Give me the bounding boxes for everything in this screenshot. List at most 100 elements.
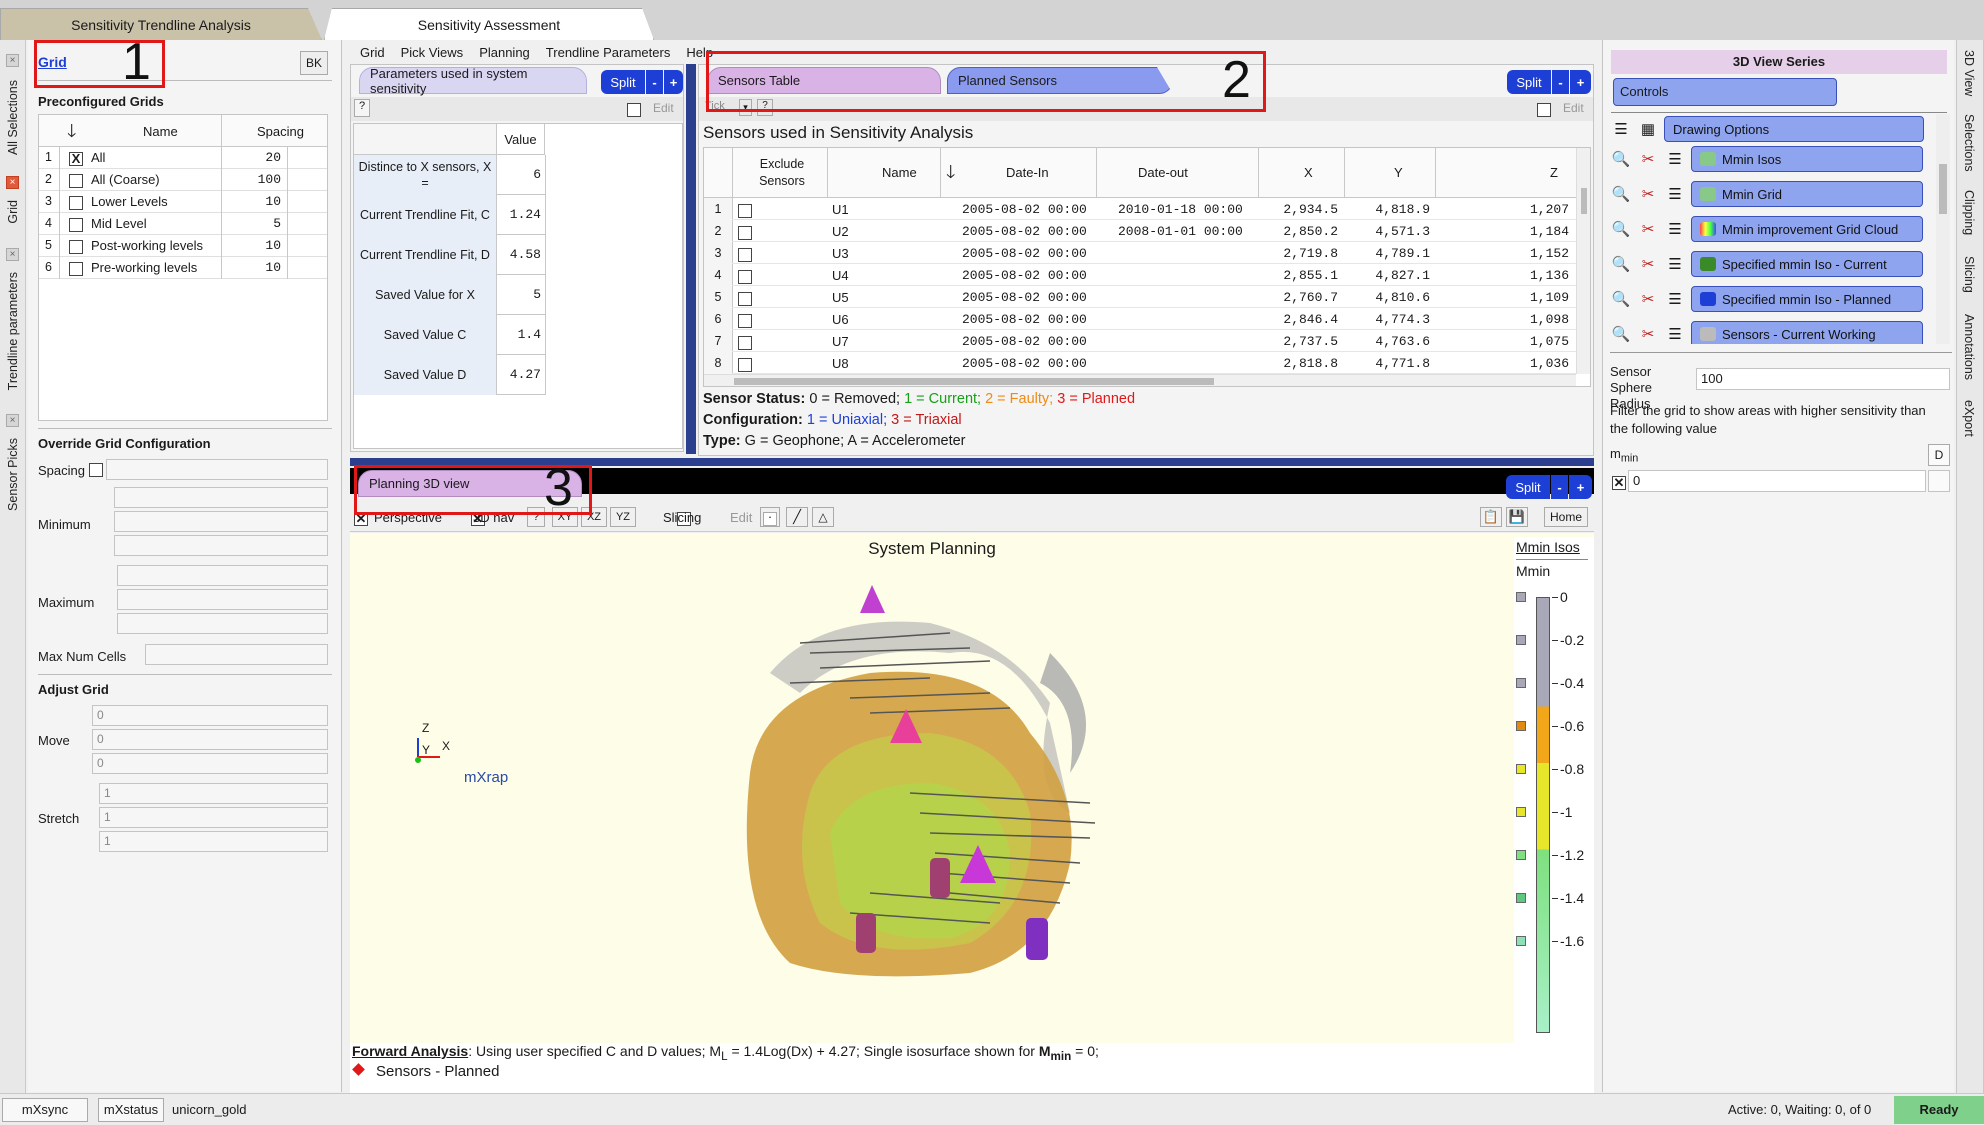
close-icon[interactable]: × <box>6 248 19 261</box>
series-button[interactable]: Specified mmin Iso - Planned <box>1691 286 1923 312</box>
scissors-icon[interactable]: ✂ <box>1637 323 1659 344</box>
search-icon[interactable]: 🔍 <box>1610 148 1632 170</box>
plus-button[interactable]: + <box>1570 70 1591 94</box>
mxstatus-button[interactable]: mXstatus <box>98 1098 164 1122</box>
exclude-checkbox[interactable] <box>738 313 752 328</box>
edit-checkbox[interactable] <box>627 102 641 117</box>
table-row[interactable]: 7 U7 2005-08-02 00:00 2,737.5 4,763.6 1,075 <box>704 330 1576 352</box>
exclude-checkbox[interactable] <box>738 335 752 350</box>
minus-button[interactable]: - <box>1552 70 1569 94</box>
vtab-export[interactable]: eXport <box>1962 400 1976 437</box>
scissors-icon[interactable]: ✂ <box>1637 253 1659 275</box>
table-row[interactable]: 4 Mid Level 5 <box>39 213 327 235</box>
exclude-checkbox[interactable] <box>738 203 752 218</box>
search-icon[interactable]: 🔍 <box>1610 288 1632 310</box>
maximum-y-field[interactable] <box>117 589 328 610</box>
list-icon[interactable]: ☰ <box>1664 148 1686 170</box>
series-button[interactable]: Mmin improvement Grid Cloud <box>1691 216 1923 242</box>
vtab-slicing[interactable]: Slicing <box>1962 256 1976 293</box>
maximum-x-field[interactable] <box>117 565 328 586</box>
plus-button[interactable]: + <box>664 70 683 94</box>
scissors-icon[interactable]: ✂ <box>1637 183 1659 205</box>
spacing-checkbox[interactable] <box>89 462 103 477</box>
move-y-field[interactable]: 0 <box>92 729 328 750</box>
table-row[interactable]: 1 U1 2005-08-02 00:00 2010-01-18 00:00 2,934… <box>704 198 1576 220</box>
vtab-annotations[interactable]: Annotations <box>1962 314 1976 380</box>
sensor-sphere-radius-field[interactable]: 100 <box>1696 368 1950 390</box>
list-icon[interactable]: ☰ <box>1664 288 1686 310</box>
mmin-checkbox[interactable]: ✕ <box>1612 475 1626 490</box>
search-icon[interactable]: 🔍 <box>1610 183 1632 205</box>
series-button[interactable]: Specified mmin Iso - Current <box>1691 251 1923 277</box>
vtab-all-selections[interactable]: All Selections <box>6 80 20 155</box>
clipboard-icon[interactable]: 📋 <box>1480 507 1502 527</box>
splitter[interactable] <box>686 64 696 454</box>
vtab-selections[interactable]: Selections <box>1962 114 1976 172</box>
vtab-trendline-parameters[interactable]: Trendline parameters <box>6 272 20 390</box>
sort-arrow-icon[interactable]: 🡓 <box>946 160 955 190</box>
series-button[interactable]: Mmin Grid <box>1691 181 1923 207</box>
split-button[interactable]: Split <box>1506 475 1550 499</box>
param-value[interactable]: 1.4 <box>497 327 541 342</box>
row-checkbox[interactable] <box>69 173 83 188</box>
table-row[interactable]: 3 U3 2005-08-02 00:00 2,719.8 4,789.1 1,152 <box>704 242 1576 264</box>
vtab-sensor-picks[interactable]: Sensor Picks <box>6 438 20 511</box>
close-icon[interactable]: × <box>6 176 19 189</box>
minimum-x-field[interactable] <box>114 487 328 508</box>
table-row[interactable]: 4 U4 2005-08-02 00:00 2,855.1 4,827.1 1,136 <box>704 264 1576 286</box>
value-header[interactable]: Value <box>497 124 545 155</box>
scissors-icon[interactable]: ✂ <box>1637 218 1659 240</box>
controls-button[interactable]: Controls <box>1613 78 1837 106</box>
table-row[interactable]: 8 U8 2005-08-02 00:00 2,818.8 4,771.8 1,036 <box>704 352 1576 374</box>
list-icon[interactable]: ☰ <box>1664 183 1686 205</box>
search-icon[interactable]: 🔍 <box>1610 218 1632 240</box>
horizontal-scrollbar[interactable] <box>704 374 1576 386</box>
col-spacing-header[interactable]: Spacing <box>257 124 304 139</box>
yz-view-button[interactable]: YZ <box>610 507 636 527</box>
list-icon[interactable]: ☰ <box>1664 323 1686 344</box>
drawing-options-button[interactable]: Drawing Options <box>1664 116 1924 142</box>
col-date-out-header[interactable]: Date-out <box>1138 165 1188 180</box>
home-button[interactable]: Home <box>1544 507 1588 527</box>
menu-trendline-parameters[interactable]: Trendline Parameters <box>546 45 671 60</box>
stretch-y-field[interactable]: 1 <box>99 807 328 828</box>
stretch-x-field[interactable]: 1 <box>99 783 328 804</box>
bk-button[interactable]: BK <box>300 51 328 75</box>
minimum-z-field[interactable] <box>114 535 328 556</box>
table-row[interactable]: 2 All (Coarse) 100 <box>39 169 327 191</box>
col-date-in-header[interactable]: Date-In <box>1006 165 1049 180</box>
line-tool-icon[interactable]: ╱ <box>786 507 808 527</box>
sort-arrow-icon[interactable]: 🡓 <box>67 119 76 149</box>
exclude-checkbox[interactable] <box>738 269 752 284</box>
vtab-grid[interactable]: Grid <box>6 200 20 224</box>
col-z-header[interactable]: Z <box>1550 165 1558 180</box>
series-button[interactable]: Mmin Isos <box>1691 146 1923 172</box>
maximum-z-field[interactable] <box>117 613 328 634</box>
col-y-header[interactable]: Y <box>1394 165 1403 180</box>
row-checkbox[interactable] <box>69 195 83 210</box>
exclude-checkbox[interactable] <box>738 291 752 306</box>
param-value[interactable]: 6 <box>497 167 541 182</box>
menu-pick-views[interactable]: Pick Views <box>401 45 464 60</box>
row-checkbox[interactable]: X <box>69 151 83 166</box>
row-checkbox[interactable] <box>69 217 83 232</box>
series-button[interactable]: Sensors - Current Working <box>1691 321 1923 344</box>
split-button[interactable]: Split <box>1507 70 1551 94</box>
scissors-icon[interactable]: ✂ <box>1637 288 1659 310</box>
param-value[interactable]: 5 <box>497 287 541 302</box>
vtab-3d-view[interactable]: 3D View <box>1962 50 1976 96</box>
save-icon[interactable]: 💾 <box>1506 507 1528 527</box>
menu-planning[interactable]: Planning <box>479 45 530 60</box>
mxsync-button[interactable]: mXsync <box>2 1098 88 1122</box>
table-row[interactable]: 1 X All 20 <box>39 147 327 169</box>
minimum-y-field[interactable] <box>114 511 328 532</box>
split-button[interactable]: Split <box>601 70 645 94</box>
polygon-tool-icon[interactable]: △ <box>812 507 834 527</box>
table-row[interactable]: 5 U5 2005-08-02 00:00 2,760.7 4,810.6 1,109 <box>704 286 1576 308</box>
col-x-header[interactable]: X <box>1304 165 1313 180</box>
point-tool-icon[interactable]: · <box>760 507 780 527</box>
exclude-checkbox[interactable] <box>738 225 752 240</box>
scissors-icon[interactable]: ✂ <box>1637 148 1659 170</box>
help-button[interactable]: ? <box>354 99 370 117</box>
plus-button[interactable]: + <box>1569 475 1592 499</box>
